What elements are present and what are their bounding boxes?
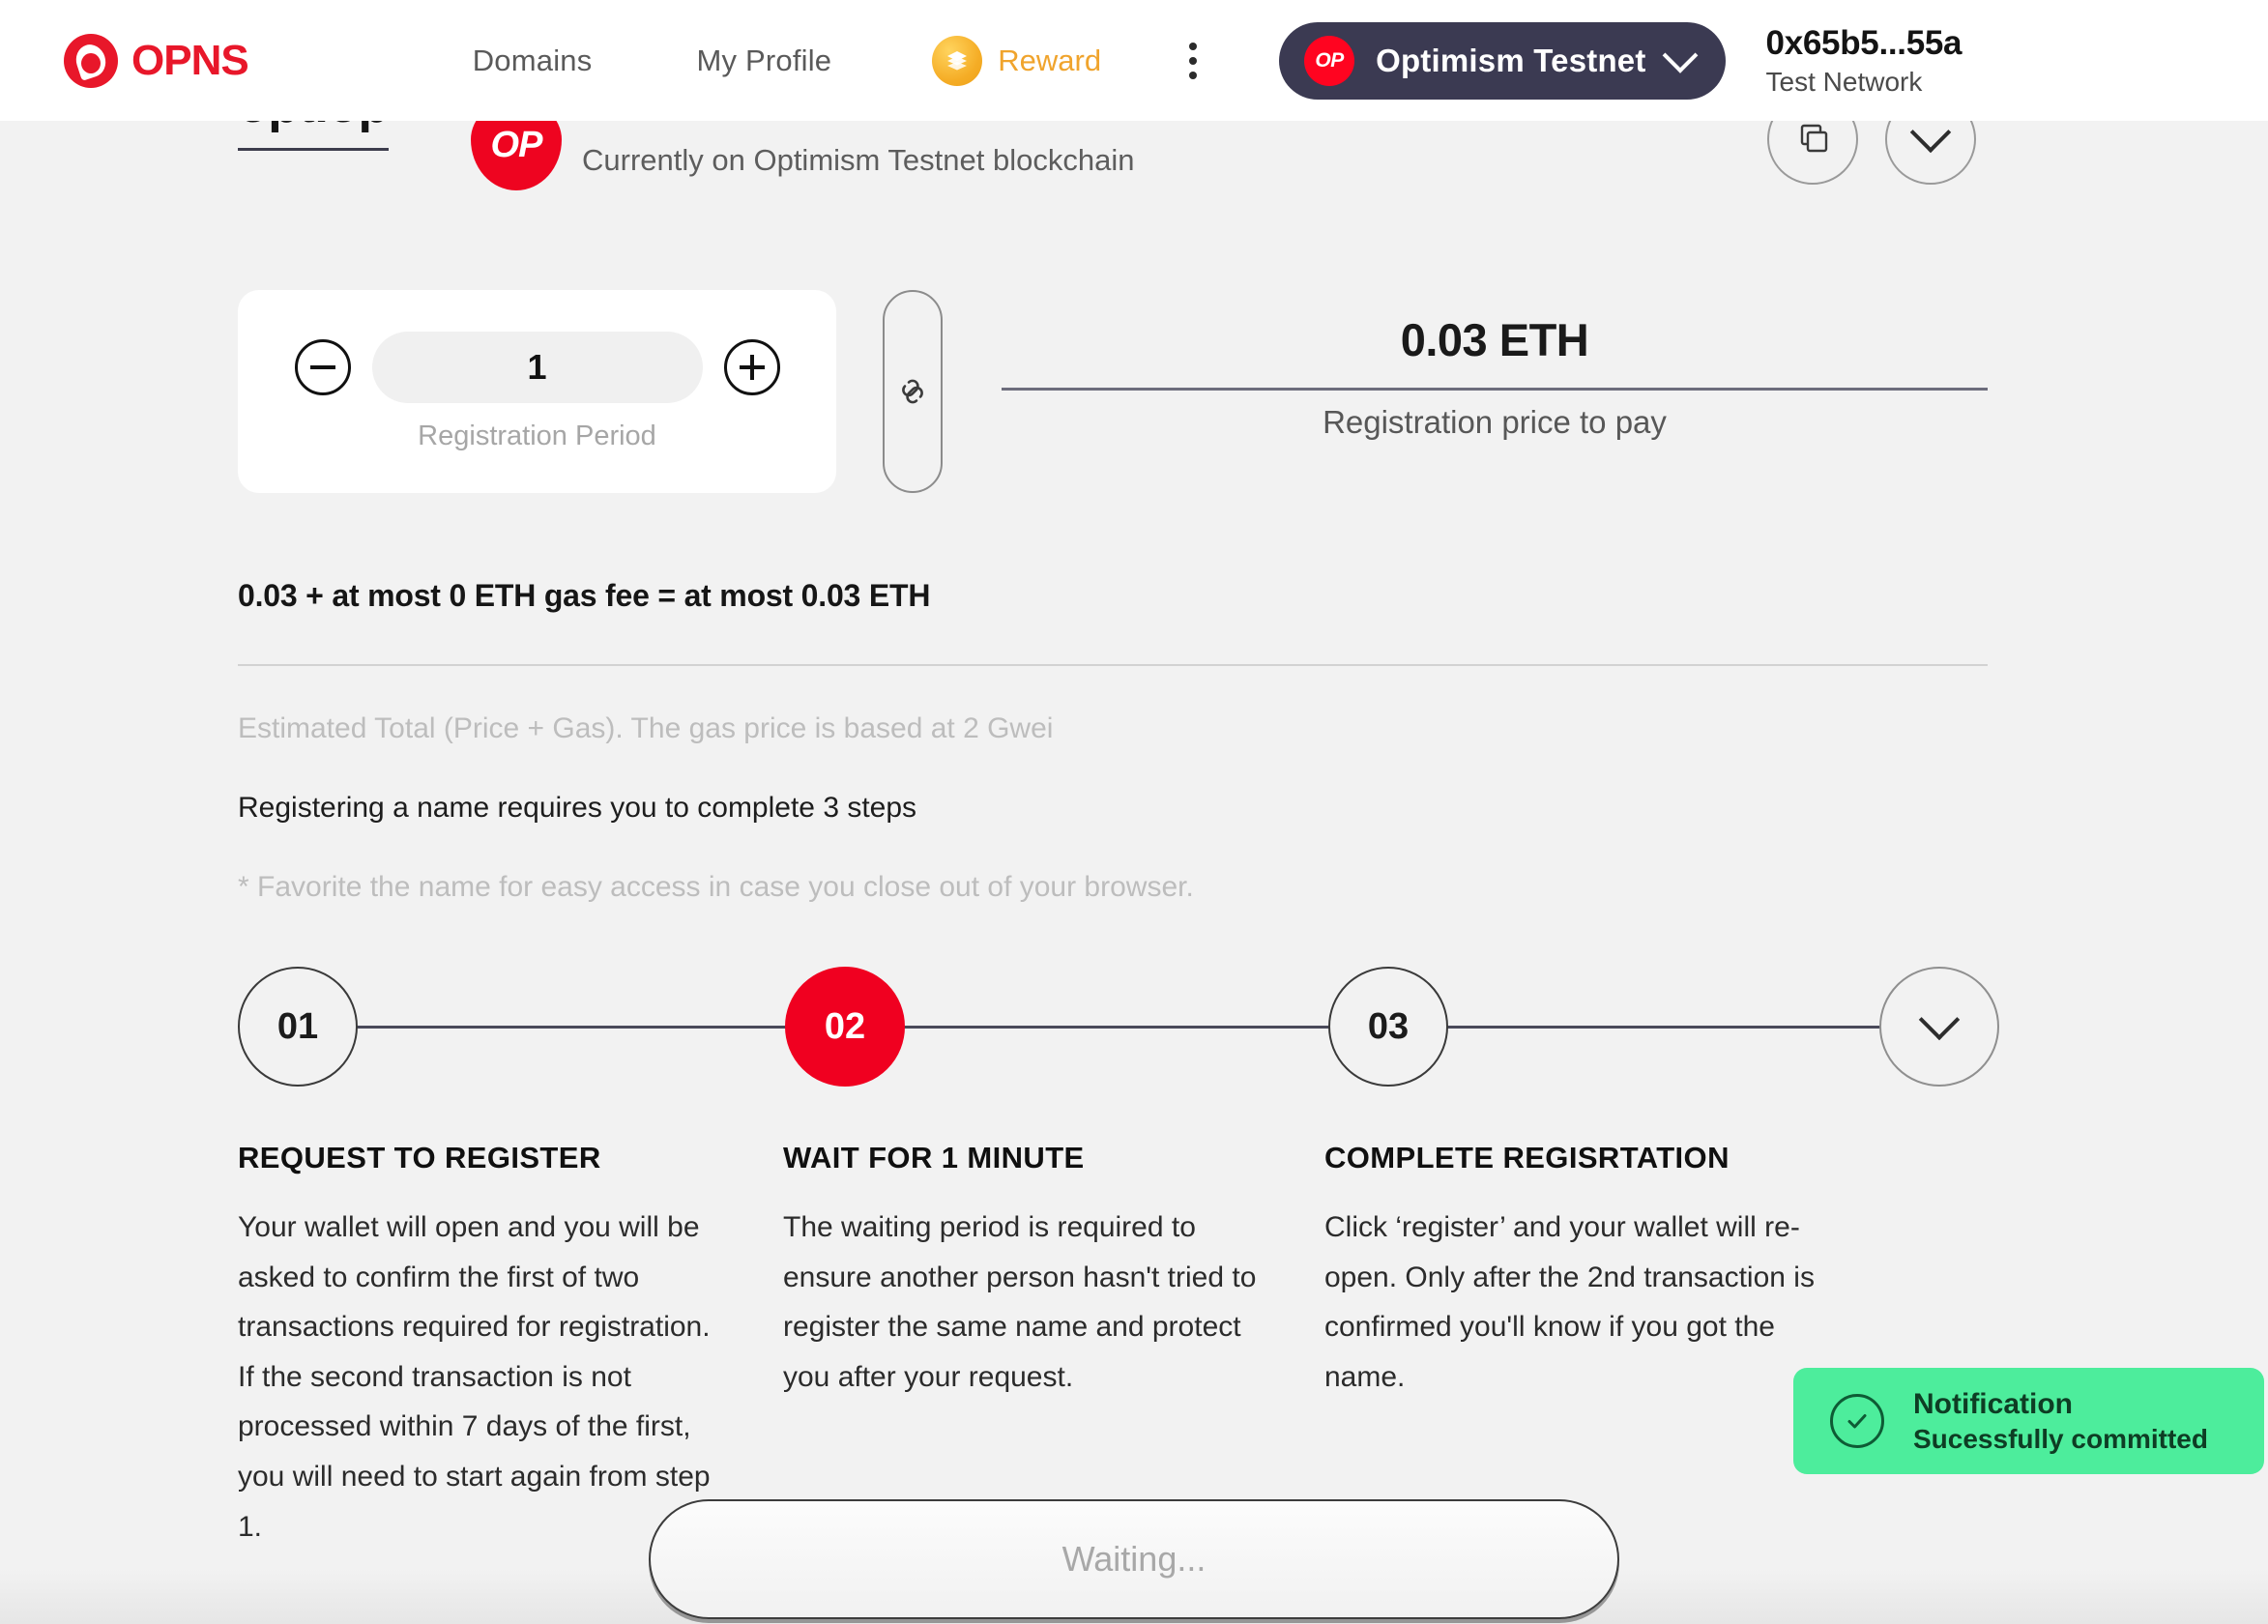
registration-steps: 01 02 03 REQUEST TO REGISTER Your wallet… bbox=[238, 967, 1999, 1552]
main-nav: Domains My Profile bbox=[363, 34, 832, 88]
account-info[interactable]: 0x65b5...55a Test Network bbox=[1766, 24, 1963, 98]
period-stepper: 1 bbox=[294, 331, 780, 403]
reward-button[interactable]: Reward bbox=[932, 35, 1102, 86]
summary-total: 0.03 + at most 0 ETH gas fee = at most 0… bbox=[238, 578, 931, 613]
network-selector[interactable]: OP Optimism Testnet bbox=[1279, 21, 1726, 100]
price-divider bbox=[1002, 388, 1988, 391]
step-column-2: WAIT FOR 1 MINUTE The waiting period is … bbox=[781, 1141, 1324, 1552]
step-body-2: The waiting period is required to ensure… bbox=[783, 1211, 1257, 1393]
link-toggle[interactable] bbox=[883, 290, 943, 493]
reward-label: Reward bbox=[998, 43, 1102, 77]
toast-title: Notification bbox=[1913, 1387, 2073, 1420]
toast-message: Sucessfully committed bbox=[1913, 1423, 2208, 1454]
step-column-3: COMPLETE REGISRTATION Click ‘register’ a… bbox=[1324, 1141, 1868, 1552]
step-track-line bbox=[298, 1026, 1939, 1029]
summary-favorite-note: * Favorite the name for easy access in c… bbox=[238, 871, 1194, 903]
step-node-03[interactable]: 03 bbox=[1328, 967, 1448, 1087]
increment-period-button[interactable] bbox=[723, 338, 780, 395]
step-expand-button[interactable] bbox=[1879, 967, 1999, 1087]
network-label: Optimism Testnet bbox=[1376, 42, 1646, 78]
kebab-menu-icon[interactable] bbox=[1177, 42, 1209, 79]
waiting-button[interactable]: Waiting... bbox=[649, 1499, 1619, 1619]
summary-steps-note: Registering a name requires you to compl… bbox=[238, 792, 917, 824]
chevron-down-icon bbox=[1918, 999, 1961, 1041]
step-title-3: COMPLETE REGISRTATION bbox=[1324, 1141, 1730, 1174]
registration-period-card: 1 Registration Period bbox=[238, 290, 836, 493]
chain-note: Currently on Optimism Testnet blockchain bbox=[582, 143, 1135, 177]
op-chip-icon: OP bbox=[1304, 35, 1355, 86]
domain-header: opt.op OP Currently on Optimism Testnet … bbox=[0, 79, 2268, 227]
nav-my-profile[interactable]: My Profile bbox=[696, 34, 831, 88]
nav-domains[interactable]: Domains bbox=[473, 34, 593, 88]
summary-divider bbox=[238, 664, 1988, 666]
decrement-period-button[interactable] bbox=[294, 338, 351, 395]
account-network-label: Test Network bbox=[1765, 66, 1923, 97]
price-amount: 0.03 ETH bbox=[1400, 314, 1589, 365]
link-chain-icon bbox=[902, 379, 923, 404]
opns-logo-icon bbox=[64, 33, 118, 88]
price-row: 1 Registration Period 0.03 ETH Registrat… bbox=[238, 290, 1988, 493]
action-bar: Waiting... bbox=[0, 1499, 2268, 1619]
notification-toast: Notification Sucessfully committed bbox=[1793, 1368, 2264, 1474]
app-header: OPNS Domains My Profile Reward OP Optimi… bbox=[0, 0, 2268, 121]
account-address: 0x65b5...55a bbox=[1765, 23, 1963, 62]
summary-section: 0.03 + at most 0 ETH gas fee = at most 0… bbox=[238, 578, 1988, 904]
check-circle-icon bbox=[1830, 1394, 1884, 1448]
step-column-1: REQUEST TO REGISTER Your wallet will ope… bbox=[238, 1141, 781, 1552]
step-title-2: WAIT FOR 1 MINUTE bbox=[783, 1141, 1085, 1174]
chevron-down-icon bbox=[1662, 37, 1698, 73]
step-track: 01 02 03 bbox=[238, 967, 1999, 1087]
summary-estimate-note: Estimated Total (Price + Gas). The gas p… bbox=[238, 712, 1054, 744]
brand-logo[interactable]: OPNS bbox=[64, 33, 249, 88]
period-label: Registration Period bbox=[418, 420, 656, 451]
step-node-02[interactable]: 02 bbox=[785, 967, 905, 1087]
step-body-3: Click ‘register’ and your wallet will re… bbox=[1324, 1211, 1815, 1393]
copy-icon bbox=[1800, 124, 1828, 153]
step-descriptions: REQUEST TO REGISTER Your wallet will ope… bbox=[238, 1141, 1999, 1552]
period-value[interactable]: 1 bbox=[371, 331, 703, 403]
price-caption: Registration price to pay bbox=[1323, 404, 1667, 440]
reward-coin-icon bbox=[932, 35, 983, 86]
step-node-01[interactable]: 01 bbox=[238, 967, 358, 1087]
price-block: 0.03 ETH Registration price to pay bbox=[1002, 313, 1988, 441]
step-title-1: REQUEST TO REGISTER bbox=[238, 1141, 601, 1174]
brand-name: OPNS bbox=[131, 36, 249, 84]
